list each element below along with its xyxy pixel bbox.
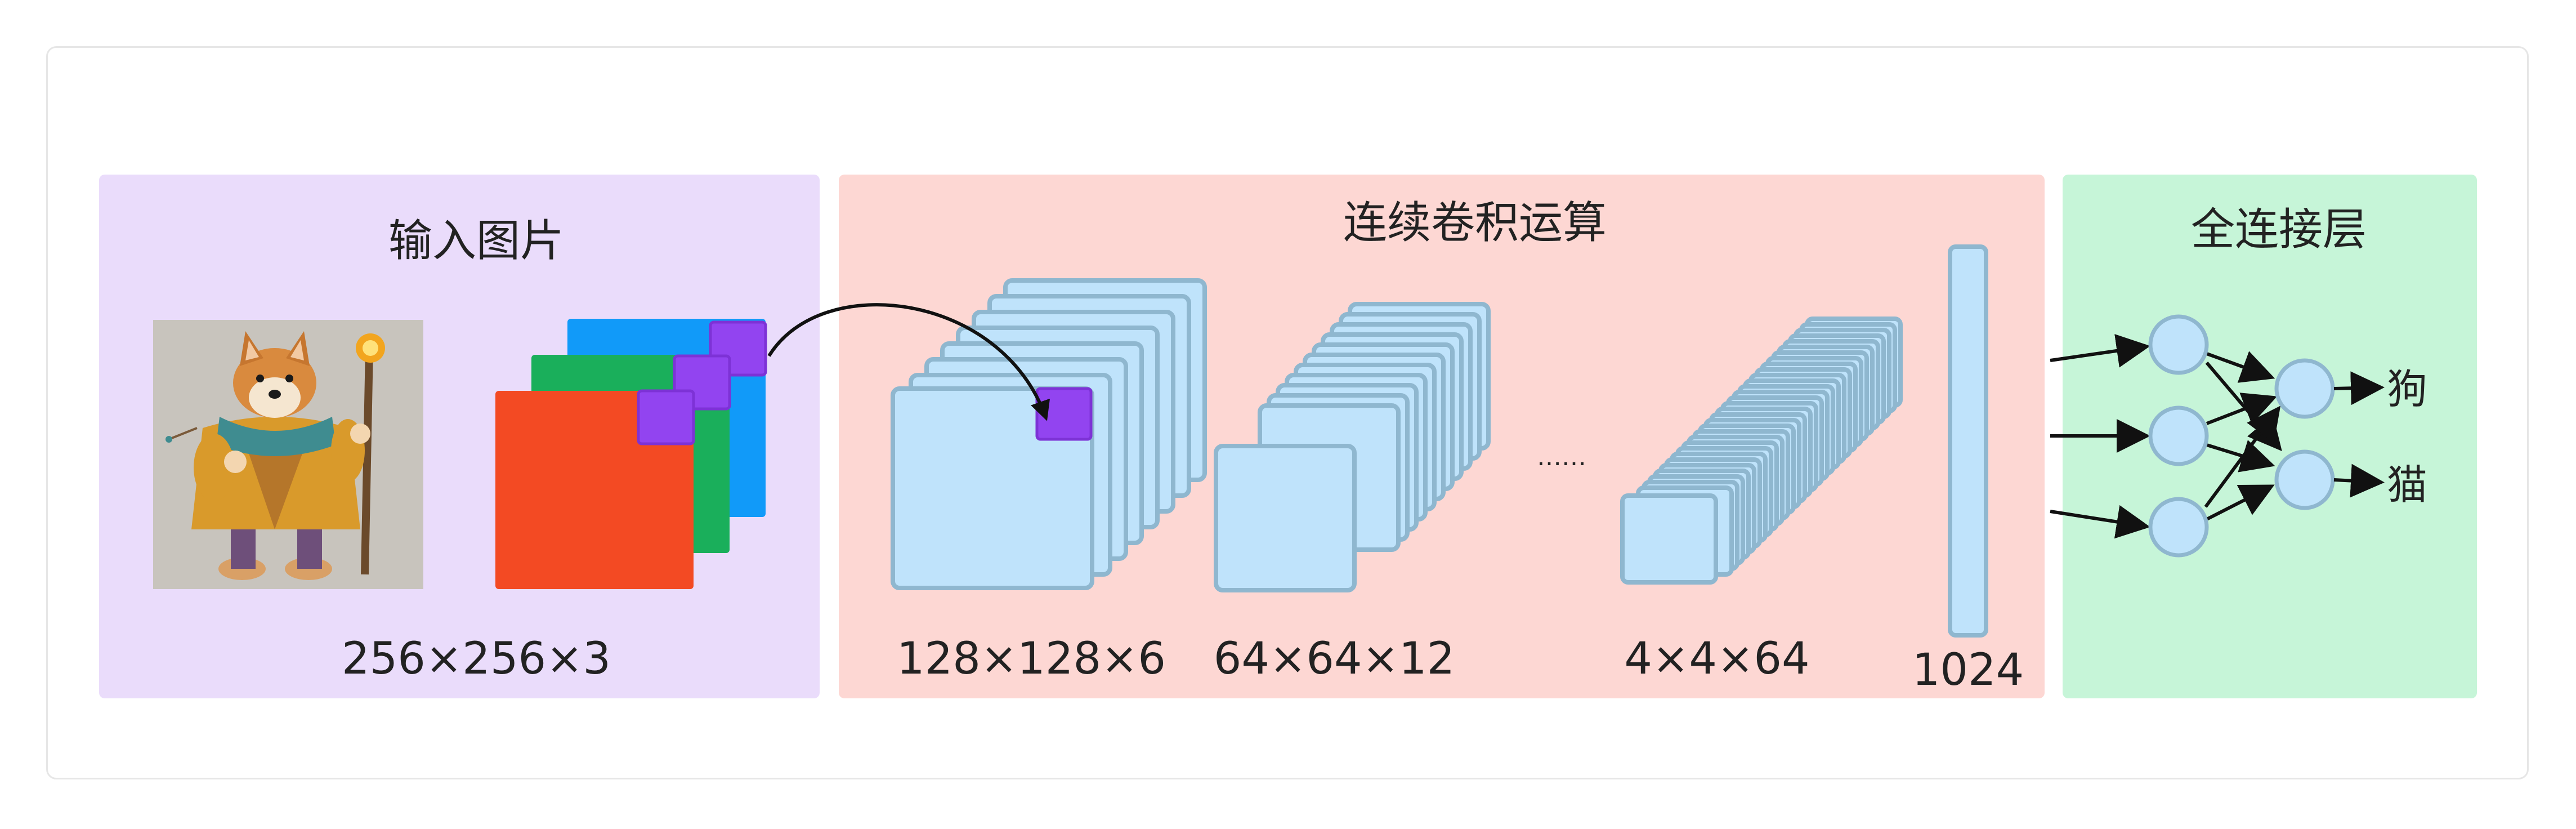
output-label-dog: 狗 <box>2387 366 2427 413</box>
flatten-vector <box>1948 244 1988 638</box>
input-panel-title: 输入图片 <box>388 216 564 266</box>
output-arrow-cat <box>2333 463 2385 498</box>
input-dims-label: 256×256×3 <box>342 634 611 684</box>
conv3-dims-label: 4×4×64 <box>1624 634 1809 684</box>
conv-panel-title: 连续卷积运算 <box>1343 198 1607 248</box>
fc-hidden-neuron-1 <box>2148 314 2209 375</box>
output-label-cat: 猫 <box>2387 461 2427 509</box>
fc-output-neuron-dog <box>2274 358 2335 419</box>
conv2-dims-label: 64×64×12 <box>1214 634 1455 684</box>
fc-hidden-neuron-3 <box>2148 497 2209 558</box>
layers-ellipsis: …… <box>1537 443 1586 471</box>
flatten-dims-label: 1024 <box>1912 645 2024 696</box>
conv1-dims-label: 128×128×6 <box>897 634 1166 684</box>
fc-hidden-neuron-2 <box>2148 405 2209 466</box>
output-arrow-dog <box>2333 371 2385 405</box>
input-channels <box>495 319 767 589</box>
corgi-image <box>153 320 423 589</box>
fc-panel-title: 全连接层 <box>2191 204 2367 255</box>
fc-output-neuron-cat <box>2274 449 2335 510</box>
kernel-red <box>637 389 695 445</box>
cnn-diagram: 输入图片 连续卷积运算 全连接层 …… 256×256×3 128×128×6 … <box>99 175 2477 698</box>
